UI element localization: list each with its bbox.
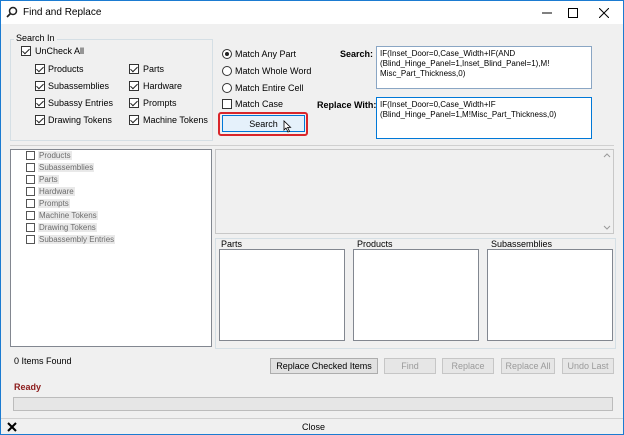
scroll-up-icon[interactable]: [603, 153, 611, 158]
search-in-label: Search In: [14, 33, 57, 43]
match-entire-cell-radio[interactable]: [222, 83, 232, 93]
tree-checkbox[interactable]: [26, 163, 35, 172]
replace-button[interactable]: Replace: [442, 358, 494, 374]
subassemblies-label: Subassemblies: [48, 81, 110, 91]
category-tree[interactable]: Products Subassemblies Parts Hardware Pr…: [10, 149, 212, 347]
tree-checkbox[interactable]: [26, 223, 35, 232]
close-label: Close: [302, 422, 326, 432]
search-icon: [6, 6, 18, 18]
replace-textbox[interactable]: IF(Inset_Door=0,Case_Width+IF (Blind_Hin…: [376, 97, 592, 139]
parts-checkbox[interactable]: [129, 64, 139, 74]
subassemblies-results-label: Subassemblies: [491, 239, 553, 249]
match-any-part-radio[interactable]: [222, 49, 232, 59]
drawing-tokens-label: Drawing Tokens: [48, 115, 112, 125]
close-button[interactable]: [589, 1, 619, 24]
drawing-tokens-checkbox[interactable]: [35, 115, 45, 125]
subassemblies-checkbox[interactable]: [35, 81, 45, 91]
search-label: Search:: [340, 49, 374, 59]
status-text: Ready: [14, 382, 42, 392]
prompts-label: Prompts: [143, 98, 177, 108]
products-label: Products: [48, 64, 84, 74]
search-textbox[interactable]: IF(Inset_Door=0,Case_Width+IF(AND (Blind…: [376, 46, 592, 89]
tree-checkbox[interactable]: [26, 187, 35, 196]
machine-tokens-label: Machine Tokens: [143, 115, 208, 125]
tree-checkbox[interactable]: [26, 151, 35, 160]
tree-item-label: Subassemblies: [38, 163, 95, 172]
search-button-label: Search: [249, 118, 278, 129]
tree-checkbox[interactable]: [26, 175, 35, 184]
replace-checked-items-button[interactable]: Replace Checked Items: [270, 358, 378, 374]
minimize-icon: [542, 12, 552, 13]
hardware-label: Hardware: [143, 81, 183, 91]
close-bar[interactable]: Close: [1, 418, 623, 434]
subassy-entries-label: Subassy Entries: [48, 98, 114, 108]
products-results-list[interactable]: [353, 249, 479, 341]
tree-item-label: Prompts: [38, 199, 70, 208]
prompts-checkbox[interactable]: [129, 98, 139, 108]
match-entire-cell-label: Match Entire Cell: [235, 83, 304, 93]
tree-checkbox[interactable]: [26, 211, 35, 220]
tree-checkbox[interactable]: [26, 199, 35, 208]
maximize-button[interactable]: [558, 1, 588, 24]
tree-item-label: Machine Tokens: [38, 211, 98, 220]
progress-bar: [13, 397, 613, 411]
close-x-icon: [7, 422, 17, 432]
uncheck-all-label: UnCheck All: [35, 46, 85, 56]
tree-item-label: Parts: [38, 175, 59, 184]
match-whole-word-radio[interactable]: [222, 66, 232, 76]
subassy-entries-checkbox[interactable]: [35, 98, 45, 108]
uncheck-all-checkbox[interactable]: [21, 46, 31, 56]
tree-item-label: Products: [38, 151, 72, 160]
match-case-checkbox[interactable]: [222, 99, 232, 109]
details-panel: [215, 149, 614, 234]
products-results-label: Products: [357, 239, 393, 249]
title-bar: Find and Replace: [1, 1, 623, 24]
replace-with-label: Replace With:: [317, 100, 377, 110]
tree-item-label: Subassembly Entries: [38, 235, 116, 244]
tree-checkbox[interactable]: [26, 235, 35, 244]
match-whole-word-label: Match Whole Word: [235, 66, 312, 76]
mouse-cursor-icon: [283, 120, 292, 133]
tree-item-label: Hardware: [38, 187, 75, 196]
separator: [10, 145, 614, 146]
find-replace-window: Find and Replace Search In UnCheck All P…: [0, 0, 624, 435]
close-icon: [599, 7, 609, 18]
parts-results-label: Parts: [221, 239, 243, 249]
search-button[interactable]: Search: [222, 115, 305, 133]
undo-last-button[interactable]: Undo Last: [562, 358, 614, 374]
scroll-down-icon[interactable]: [603, 225, 611, 230]
maximize-icon: [568, 7, 578, 18]
details-scrollbar[interactable]: [601, 150, 613, 233]
subassemblies-results-list[interactable]: [487, 249, 613, 341]
window-title: Find and Replace: [23, 7, 102, 18]
find-button[interactable]: Find: [384, 358, 436, 374]
match-any-part-label: Match Any Part: [235, 49, 297, 59]
tree-item-label: Drawing Tokens: [38, 223, 97, 232]
hardware-checkbox[interactable]: [129, 81, 139, 91]
parts-label: Parts: [143, 64, 165, 74]
match-case-label: Match Case: [235, 99, 284, 109]
replace-all-button[interactable]: Replace All: [501, 358, 555, 374]
items-found-label: 0 Items Found: [14, 356, 72, 366]
parts-results-list[interactable]: [219, 249, 345, 341]
machine-tokens-checkbox[interactable]: [129, 115, 139, 125]
products-checkbox[interactable]: [35, 64, 45, 74]
